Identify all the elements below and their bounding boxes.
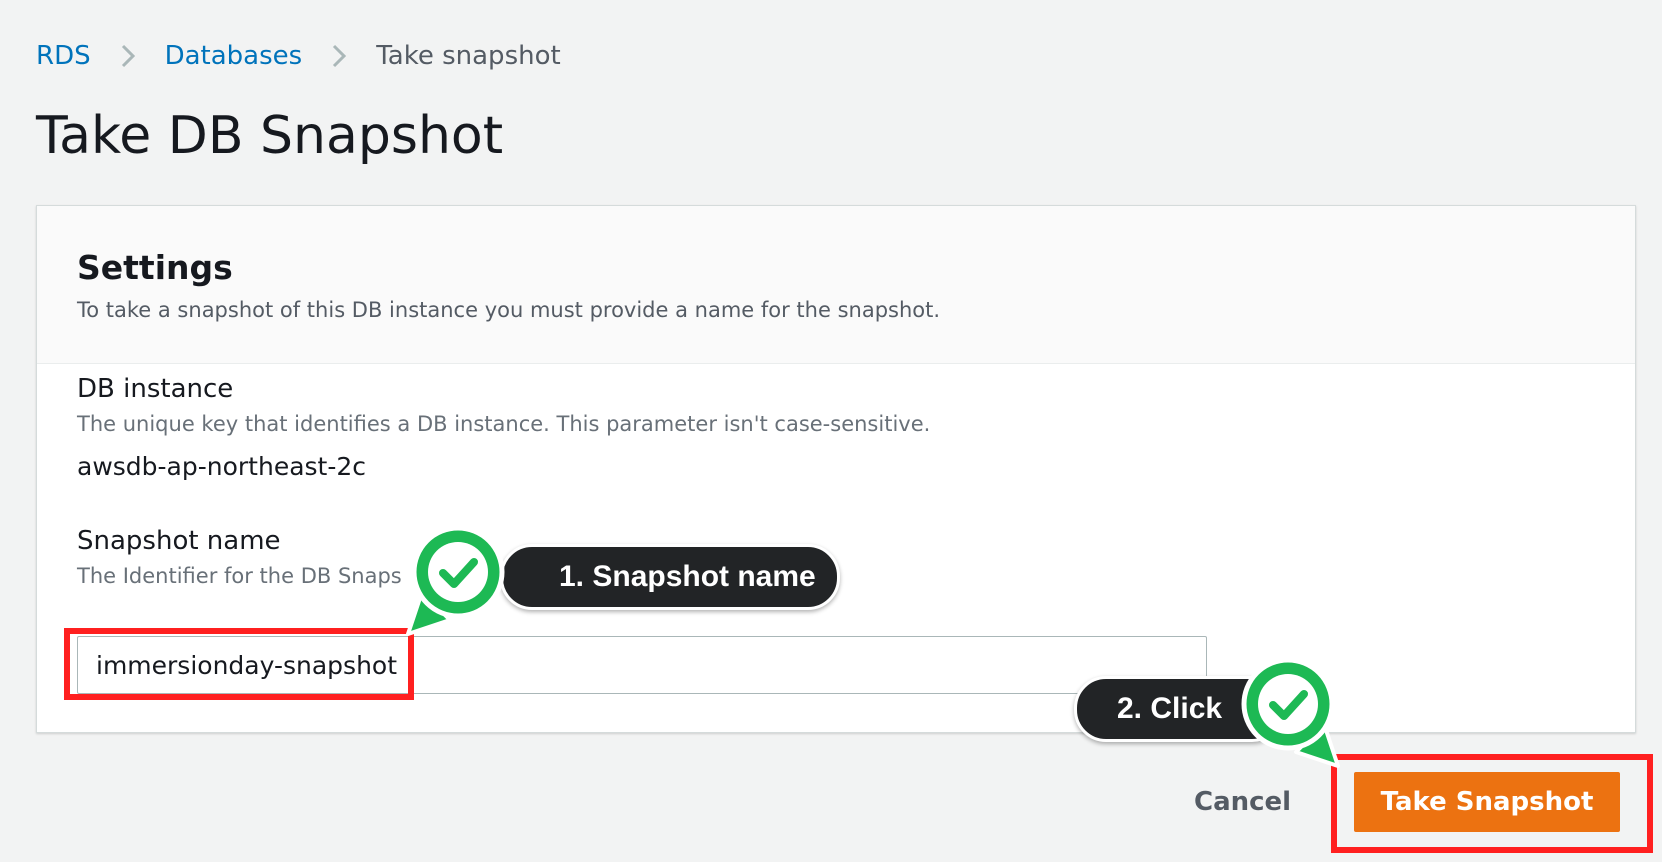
- settings-title: Settings: [77, 248, 233, 287]
- cancel-button[interactable]: Cancel: [1180, 776, 1305, 828]
- chevron-right-icon: [121, 44, 135, 68]
- settings-panel: Settings To take a snapshot of this DB i…: [36, 205, 1636, 733]
- db-instance-label: DB instance: [77, 374, 234, 404]
- settings-description: To take a snapshot of this DB instance y…: [77, 298, 941, 322]
- step1-callout: 1. Snapshot name: [500, 544, 840, 610]
- snapshot-name-label: Snapshot name: [77, 526, 281, 556]
- page-title: Take DB Snapshot: [36, 106, 504, 166]
- db-instance-description: The unique key that identifies a DB inst…: [77, 412, 931, 436]
- take-snapshot-button[interactable]: Take Snapshot: [1354, 772, 1620, 832]
- breadcrumb: RDS Databases Take snapshot: [36, 36, 561, 76]
- check-pin-icon: [1241, 657, 1340, 768]
- breadcrumb-rds-link[interactable]: RDS: [36, 41, 91, 71]
- snapshot-name-description: The Identifier for the DB Snaps: [77, 564, 402, 588]
- snapshot-name-input[interactable]: [77, 636, 1207, 694]
- breadcrumb-current: Take snapshot: [376, 41, 561, 71]
- step1-callout-label: 1. Snapshot name: [559, 560, 816, 593]
- settings-panel-header: Settings To take a snapshot of this DB i…: [37, 206, 1635, 364]
- breadcrumb-databases-link[interactable]: Databases: [165, 41, 303, 71]
- db-instance-value: awsdb-ap-northeast-2c: [77, 452, 367, 481]
- step2-callout-label: 2. Click: [1117, 692, 1223, 725]
- chevron-right-icon: [333, 44, 347, 68]
- check-pin-icon: [406, 525, 505, 636]
